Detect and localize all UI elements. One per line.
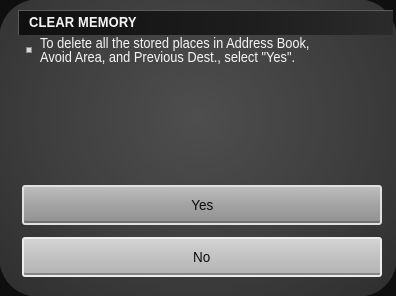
message-text: To delete all the stored places in Addre…: [40, 35, 310, 66]
bullet-icon: [26, 47, 32, 53]
title-bar: CLEAR MEMORY: [18, 10, 393, 35]
no-button-label: No: [193, 248, 211, 266]
yes-button[interactable]: Yes: [22, 185, 382, 225]
clear-memory-screen: CLEAR MEMORY To delete all the stored pl…: [0, 0, 396, 296]
dialog-title: CLEAR MEMORY: [29, 14, 137, 31]
yes-button-label: Yes: [190, 196, 214, 214]
no-button[interactable]: No: [22, 237, 382, 277]
